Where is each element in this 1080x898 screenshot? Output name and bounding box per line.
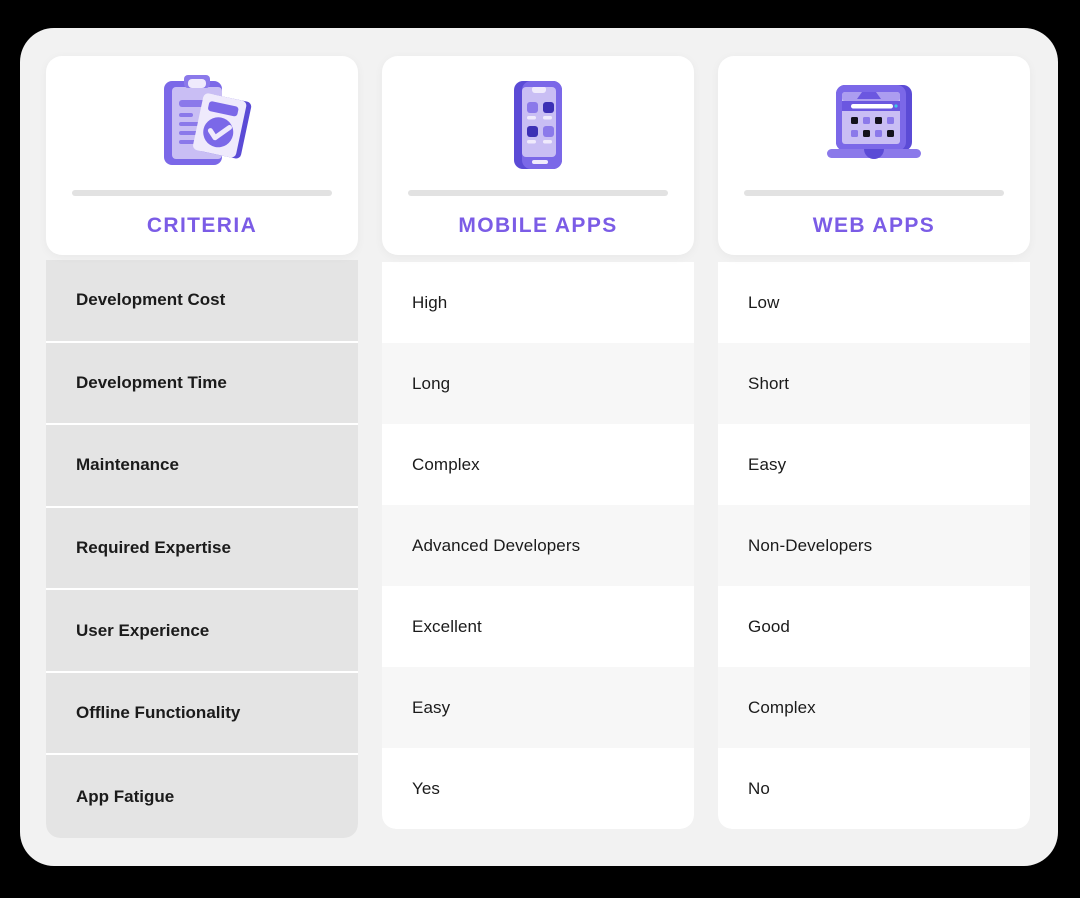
table-row: Development Cost bbox=[46, 260, 358, 343]
table-cell: Good bbox=[718, 586, 1030, 667]
table-row: User Experience bbox=[46, 590, 358, 673]
table-cell: Advanced Developers bbox=[382, 505, 694, 586]
clipboard-checklist-icon bbox=[150, 62, 254, 188]
table-row: Required Expertise bbox=[46, 507, 358, 591]
table-cell: Complex bbox=[382, 424, 694, 505]
table-row: App Fatigue bbox=[46, 755, 358, 838]
table-cell: Easy bbox=[718, 424, 1030, 505]
column-header-web-apps: WEB APPS bbox=[718, 56, 1030, 255]
column-web-apps: WEB APPS Low Short Easy Non-Developers G… bbox=[718, 56, 1030, 838]
mobile-phone-icon bbox=[486, 62, 590, 188]
table-cell: Excellent bbox=[382, 586, 694, 667]
column-title-criteria: CRITERIA bbox=[146, 214, 258, 237]
table-cell: Long bbox=[382, 343, 694, 424]
comparison-table: CRITERIA Development Cost Development Ti… bbox=[46, 56, 1034, 838]
comparison-table-screen: CRITERIA Development Cost Development Ti… bbox=[0, 0, 1080, 898]
criteria-rows: Development Cost Development Time Mainte… bbox=[46, 260, 358, 838]
table-row: Development Time bbox=[46, 342, 358, 426]
header-divider bbox=[72, 190, 332, 196]
column-criteria: CRITERIA Development Cost Development Ti… bbox=[46, 56, 358, 838]
column-title-web-apps: WEB APPS bbox=[812, 214, 936, 237]
table-cell: Low bbox=[718, 262, 1030, 343]
table-cell: Complex bbox=[718, 667, 1030, 748]
header-divider bbox=[744, 190, 1004, 196]
table-row: Maintenance bbox=[46, 425, 358, 508]
column-header-mobile-apps: MOBILE APPS bbox=[382, 56, 694, 255]
header-divider bbox=[408, 190, 668, 196]
laptop-browser-icon bbox=[815, 62, 933, 188]
table-cell: Yes bbox=[382, 748, 694, 829]
table-row: Offline Functionality bbox=[46, 672, 358, 756]
column-mobile-apps: MOBILE APPS High Long Complex Advanced D… bbox=[382, 56, 694, 838]
column-header-criteria: CRITERIA bbox=[46, 56, 358, 255]
column-title-mobile-apps: MOBILE APPS bbox=[458, 214, 618, 237]
table-cell: Easy bbox=[382, 667, 694, 748]
mobile-value-rows: High Long Complex Advanced Developers Ex… bbox=[382, 262, 694, 829]
table-cell: Non-Developers bbox=[718, 505, 1030, 586]
web-value-rows: Low Short Easy Non-Developers Good Compl… bbox=[718, 262, 1030, 829]
table-cell: Short bbox=[718, 343, 1030, 424]
table-cell: No bbox=[718, 748, 1030, 829]
table-cell: High bbox=[382, 262, 694, 343]
